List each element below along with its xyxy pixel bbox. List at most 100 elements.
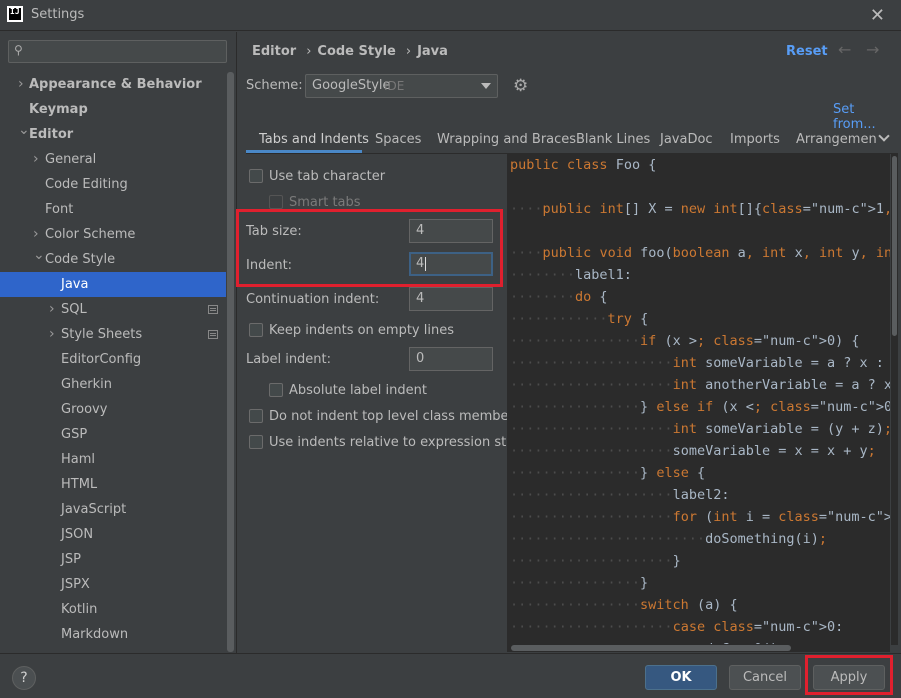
code-line: ················} xyxy=(510,575,649,591)
code-horizontal-scrollbar-thumb[interactable] xyxy=(511,645,791,651)
close-icon[interactable]: ✕ xyxy=(870,5,885,26)
code-line: ········label1: xyxy=(510,267,632,283)
sidebar-item-font[interactable]: Font xyxy=(0,197,226,222)
sidebar-item-label: Style Sheets xyxy=(61,327,143,342)
sidebar-item-label: Kotlin xyxy=(61,602,98,617)
annotation-highlight-indent xyxy=(236,209,503,287)
sidebar-item-label: Keymap xyxy=(29,102,88,117)
tab-tabs-and-indents[interactable]: Tabs and Indents xyxy=(259,132,369,147)
label-indent-field[interactable]: 0 xyxy=(409,347,493,371)
sidebar-item-label: JSON xyxy=(61,527,94,542)
sidebar-item-label: EditorConfig xyxy=(61,352,142,367)
code-vertical-scrollbar[interactable] xyxy=(891,154,898,645)
use-tab-character-label: Use tab character xyxy=(269,169,386,184)
sidebar-item-label: Groovy xyxy=(61,402,108,417)
sidebar-item-javascript[interactable]: JavaScript xyxy=(0,497,226,522)
sidebar-item-label: Gherkin xyxy=(61,377,113,392)
ok-button[interactable]: OK xyxy=(645,665,717,690)
sidebar-item-editor[interactable]: ⌄ Editor xyxy=(0,122,226,147)
sidebar-item-label: Code Style xyxy=(45,252,116,267)
sidebar-item-label: JavaScript xyxy=(61,502,127,517)
dialog-button-bar: ? OK Cancel Apply xyxy=(0,653,901,698)
tab-blank-lines[interactable]: Blank Lines xyxy=(576,132,650,147)
tab-spaces[interactable]: Spaces xyxy=(375,132,421,147)
code-line: ····················for (int i = class="… xyxy=(510,509,890,525)
code-vertical-scrollbar-thumb[interactable] xyxy=(892,156,897,336)
sidebar-item-appearance-behavior[interactable]: › Appearance & Behavior xyxy=(0,72,226,97)
gear-icon[interactable]: ⚙ xyxy=(513,76,528,96)
settings-search-box[interactable]: ⚲ xyxy=(8,40,227,63)
scheme-dropdown[interactable]: GoogleStyle IDE xyxy=(305,74,498,98)
sidebar-item-sql[interactable]: › SQL xyxy=(0,297,226,322)
code-line: ····················someVariable = x = x… xyxy=(510,443,876,459)
reset-link[interactable]: Reset xyxy=(786,44,828,59)
continuation-indent-label: Continuation indent: xyxy=(246,292,380,307)
absolute-label-indent-checkbox[interactable] xyxy=(269,383,283,397)
smart-tabs-checkbox[interactable] xyxy=(269,195,283,209)
use-tab-character-checkbox[interactable] xyxy=(249,169,263,183)
relative-indents-label: Use indents relative to expression start xyxy=(269,435,525,450)
sidebar-item-gherkin[interactable]: Gherkin xyxy=(0,372,226,397)
help-button[interactable]: ? xyxy=(12,666,36,690)
window-title: Settings xyxy=(31,7,85,22)
code-line: ············try { xyxy=(510,311,649,327)
chevron-down-icon[interactable]: ⌄ xyxy=(33,243,45,268)
sidebar-item-label: Haml xyxy=(61,452,96,467)
chevron-down-icon[interactable]: ⌄ xyxy=(18,118,30,143)
active-tab-indicator xyxy=(246,150,362,153)
sidebar-item-editorconfig[interactable]: EditorConfig xyxy=(0,347,226,372)
sidebar-item-jsp[interactable]: JSP xyxy=(0,547,226,572)
sidebar-item-code-style[interactable]: ⌄ Code Style xyxy=(0,247,226,272)
sidebar-scrollbar[interactable] xyxy=(226,72,235,652)
title-bar: IJ Settings ✕ xyxy=(0,0,901,31)
sidebar-item-json[interactable]: JSON xyxy=(0,522,226,547)
sidebar-item-label: GSP xyxy=(61,427,88,442)
sidebar-item-label: JSP xyxy=(61,552,81,567)
code-line: ····················int someVariable = a… xyxy=(510,355,890,371)
sidebar-item-style-sheets[interactable]: › Style Sheets xyxy=(0,322,226,347)
sidebar-item-html[interactable]: HTML xyxy=(0,472,226,497)
smart-tabs-label: Smart tabs xyxy=(289,195,361,210)
chevron-right-icon[interactable]: › xyxy=(49,297,55,322)
sidebar-item-general[interactable]: › General xyxy=(0,147,226,172)
forward-arrow-icon[interactable]: → xyxy=(866,40,879,59)
sidebar-item-groovy[interactable]: Groovy xyxy=(0,397,226,422)
app-logo-icon: IJ xyxy=(7,6,23,22)
code-line: ····················int anotherVariable … xyxy=(510,377,890,393)
keep-indents-checkbox[interactable] xyxy=(249,323,263,337)
sidebar-scrollbar-thumb[interactable] xyxy=(227,72,234,652)
sidebar-item-jspx[interactable]: JSPX xyxy=(0,572,226,597)
chevron-right-icon[interactable]: › xyxy=(18,72,24,97)
code-line: ····················} xyxy=(510,553,681,569)
tab-imports[interactable]: Imports xyxy=(730,132,780,147)
scheme-value: GoogleStyle xyxy=(312,78,391,93)
relative-indents-checkbox[interactable] xyxy=(249,435,263,449)
code-line: public class Foo { xyxy=(510,157,657,173)
breadcrumb-code-style: Code Style xyxy=(317,44,396,59)
tab-arrangement[interactable]: Arrangemen xyxy=(796,132,877,147)
sidebar-item-gsp[interactable]: GSP xyxy=(0,422,226,447)
sidebar-item-label: Code Editing xyxy=(45,177,128,192)
sidebar-item-kotlin[interactable]: Kotlin xyxy=(0,597,226,622)
code-preview[interactable]: public class Foo {····public int[] X = n… xyxy=(507,154,890,645)
sidebar-item-code-editing[interactable]: Code Editing xyxy=(0,172,226,197)
project-scheme-icon xyxy=(208,305,218,314)
code-line: ····················int someVariable = (… xyxy=(510,421,890,437)
sidebar-item-haml[interactable]: Haml xyxy=(0,447,226,472)
sidebar-item-java[interactable]: Java xyxy=(0,272,226,297)
sidebar-item-label: Markdown xyxy=(61,627,129,642)
chevron-right-icon[interactable]: › xyxy=(49,322,55,347)
back-arrow-icon[interactable]: ← xyxy=(838,40,851,59)
sidebar-item-keymap[interactable]: Keymap xyxy=(0,97,226,122)
no-indent-top-level-checkbox[interactable] xyxy=(249,409,263,423)
no-indent-top-level-label: Do not indent top level class members xyxy=(269,409,521,424)
chevron-right-icon[interactable]: › xyxy=(33,147,39,172)
continuation-indent-field[interactable]: 4 xyxy=(409,287,493,311)
tab-javadoc[interactable]: JavaDoc xyxy=(660,132,713,147)
cancel-button[interactable]: Cancel xyxy=(729,665,801,690)
code-horizontal-scrollbar[interactable] xyxy=(507,644,890,652)
tab-wrapping-and-braces[interactable]: Wrapping and Braces xyxy=(437,132,576,147)
settings-search-input[interactable] xyxy=(33,43,223,60)
sidebar-item-markdown[interactable]: Markdown xyxy=(0,622,226,647)
splitter[interactable] xyxy=(236,32,237,653)
